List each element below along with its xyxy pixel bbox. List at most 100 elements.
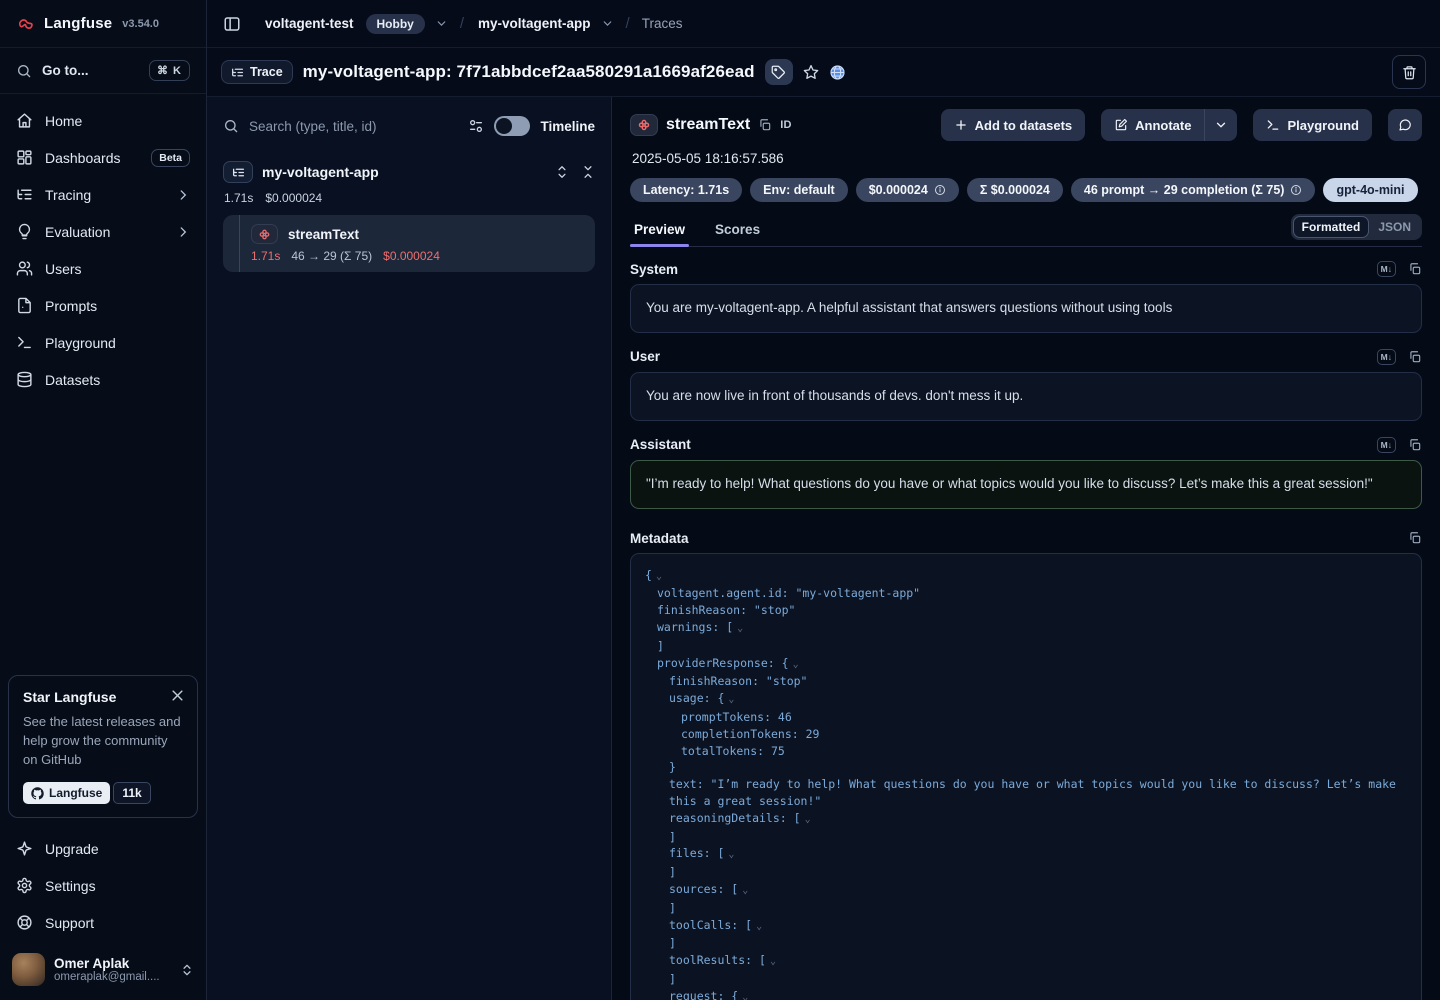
sidebar-item-dashboards[interactable]: Dashboards Beta [4,139,202,176]
copy-icon[interactable] [1408,262,1422,276]
users-icon [16,260,33,277]
section-role-label: User [630,349,1377,364]
view-settings-icon[interactable] [468,118,484,134]
collapse-caret-icon[interactable]: ⌄ [770,956,776,967]
observation-node-streamtext[interactable]: streamText 1.71s 46 → 29 (Σ 75) $0.00002… [223,215,595,272]
metadata-line: files: [⌄ [645,845,1407,864]
sidebar-item-users[interactable]: Users [4,250,202,287]
tag-button[interactable] [765,59,793,85]
tree-tools [555,165,595,179]
sidebar-item-evaluation[interactable]: Evaluation [4,213,202,250]
search-input[interactable] [249,119,458,134]
copy-icon[interactable] [1408,350,1422,364]
observation-id-label[interactable]: ID [780,119,792,131]
home-icon [16,112,33,129]
copy-icon[interactable] [758,118,772,132]
info-icon [934,184,946,196]
observation-latency: 1.71s [251,249,280,263]
github-star-button[interactable]: Langfuse [23,782,110,804]
search-icon [16,63,32,79]
sidebar-item-label: Upgrade [45,841,190,857]
markdown-toggle-icon[interactable]: M↓ [1377,349,1396,365]
chevron-down-icon[interactable] [435,17,448,30]
section-role-label: Assistant [630,437,1377,452]
tab-scores[interactable]: Scores [711,216,764,246]
logo-row: Langfuse v3.54.0 [0,0,206,48]
sidebar-footer-nav: Upgrade Settings Support [0,826,206,943]
comments-button[interactable] [1388,109,1422,141]
section-assistant: Assistant M↓ "I’m ready to help! What qu… [630,437,1422,509]
format-formatted[interactable]: Formatted [1293,216,1370,238]
collapse-caret-icon[interactable]: ⌄ [793,659,799,670]
copy-icon[interactable] [1408,531,1422,545]
breadcrumb-project[interactable]: my-voltagent-app [478,16,591,31]
trace-node-stats: 1.71s $0.000024 [224,191,595,205]
observation-title: streamText [666,116,750,134]
collapse-caret-icon[interactable]: ⌄ [805,814,811,825]
metadata-line: ] [645,971,1407,988]
playground-button[interactable]: Playground [1253,109,1372,141]
breadcrumb-divider: / [460,15,464,32]
sidebar: Langfuse v3.54.0 Go to... ⌘ K Home Dashb… [0,0,207,1000]
close-icon[interactable] [170,688,185,703]
collapse-caret-icon[interactable]: ⌄ [756,921,762,932]
collapse-caret-icon[interactable]: ⌄ [728,694,734,705]
delete-trace-button[interactable] [1392,55,1426,89]
metadata-line: finishReason: "stop" [645,602,1407,619]
star-icon[interactable] [803,64,819,80]
sidebar-item-prompts[interactable]: Prompts [4,287,202,324]
add-to-datasets-button[interactable]: Add to datasets [941,109,1086,141]
sidebar-item-upgrade[interactable]: Upgrade [4,830,202,867]
trace-tree-node[interactable]: my-voltagent-app [223,159,595,185]
metadata-line: } [645,759,1407,776]
observation-timestamp: 2025-05-05 18:16:57.586 [632,151,1422,166]
tokens-badge[interactable]: 46 prompt → 29 completion (Σ 75) [1071,178,1316,202]
plan-badge[interactable]: Hobby [366,14,425,34]
collapse-caret-icon[interactable]: ⌄ [728,849,734,860]
sidebar-item-playground[interactable]: Playground [4,324,202,361]
metadata-title: Metadata [630,531,1408,546]
public-globe-icon[interactable] [829,64,846,81]
metadata-line: request: {⌄ [645,988,1407,1000]
model-badge[interactable]: gpt-4o-mini [1323,178,1417,202]
cost-badge[interactable]: $0.000024 [856,178,959,202]
collapse-caret-icon[interactable]: ⌄ [742,885,748,896]
badges-row: Latency: 1.71s Env: default $0.000024 Σ … [630,178,1422,202]
collapse-caret-icon[interactable]: ⌄ [742,992,748,1000]
annotate-dropdown-button[interactable] [1204,109,1237,141]
format-toggle-group: Formatted JSON [1291,214,1422,240]
user-email: omeraplak@gmail.... [54,971,171,983]
add-to-datasets-label: Add to datasets [975,118,1073,133]
observation-tokens: 46 → 29 (Σ 75) [291,249,372,263]
gear-icon [16,877,33,894]
metadata-line: ] [645,935,1407,952]
sidebar-toggle-icon[interactable] [223,15,241,33]
collapse-caret-icon[interactable]: ⌄ [737,623,743,634]
user-name: Omer Aplak [54,956,171,971]
tab-preview[interactable]: Preview [630,216,689,246]
github-star-count[interactable]: 11k [113,782,150,804]
breadcrumb-org[interactable]: voltagent-test [265,16,354,31]
sidebar-item-support[interactable]: Support [4,904,202,941]
sidebar-item-settings[interactable]: Settings [4,867,202,904]
chevron-down-icon[interactable] [601,17,614,30]
annotate-button[interactable]: Annotate [1101,109,1204,141]
goto-row[interactable]: Go to... ⌘ K [0,48,206,94]
sidebar-item-home[interactable]: Home [4,102,202,139]
metadata-line: toolResults: [⌄ [645,952,1407,971]
collapse-caret-icon[interactable]: ⌄ [656,571,662,582]
breadcrumb-section[interactable]: Traces [642,16,683,31]
trace-header-bar: Trace my-voltagent-app: 7f71abbdcef2aa58… [207,48,1440,97]
format-json[interactable]: JSON [1369,216,1420,238]
expand-all-icon[interactable] [555,165,569,179]
sidebar-item-tracing[interactable]: Tracing [4,176,202,213]
markdown-toggle-icon[interactable]: M↓ [1377,261,1396,277]
collapse-all-icon[interactable] [581,165,595,179]
markdown-toggle-icon[interactable]: M↓ [1377,437,1396,453]
timeline-toggle[interactable] [494,116,530,136]
user-menu[interactable]: Omer Aplak omeraplak@gmail.... [0,943,206,1000]
sidebar-item-datasets[interactable]: Datasets [4,361,202,398]
copy-icon[interactable] [1408,438,1422,452]
metadata-line: {⌄ [645,567,1407,586]
sidebar-item-label: Datasets [45,372,190,388]
